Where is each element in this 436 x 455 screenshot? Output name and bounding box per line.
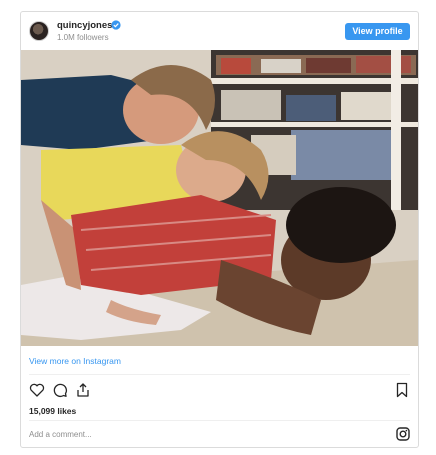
view-profile-button[interactable]: View profile: [345, 23, 410, 40]
post-photo[interactable]: [21, 50, 418, 346]
instagram-icon[interactable]: [396, 427, 410, 441]
add-comment-input[interactable]: Add a comment...: [29, 430, 92, 439]
share-icon[interactable]: [75, 382, 91, 398]
comment-icon[interactable]: [52, 382, 68, 398]
bookmark-icon[interactable]: [394, 382, 410, 398]
verified-badge-icon: [111, 20, 121, 30]
post-header: quincyjones 1.0M followers View profile: [21, 12, 418, 50]
photo-illustration: [21, 50, 418, 346]
action-bar: [21, 379, 418, 401]
view-more-link[interactable]: View more on Instagram: [29, 356, 121, 366]
like-count: 15,099 likes: [29, 406, 77, 416]
heart-icon[interactable]: [29, 382, 45, 398]
username[interactable]: quincyjones: [57, 20, 112, 31]
instagram-embed-card: quincyjones 1.0M followers View profile: [20, 11, 419, 448]
divider: [29, 420, 410, 421]
divider: [29, 374, 410, 375]
avatar[interactable]: [29, 21, 49, 41]
follower-count: 1.0M followers: [57, 33, 109, 42]
